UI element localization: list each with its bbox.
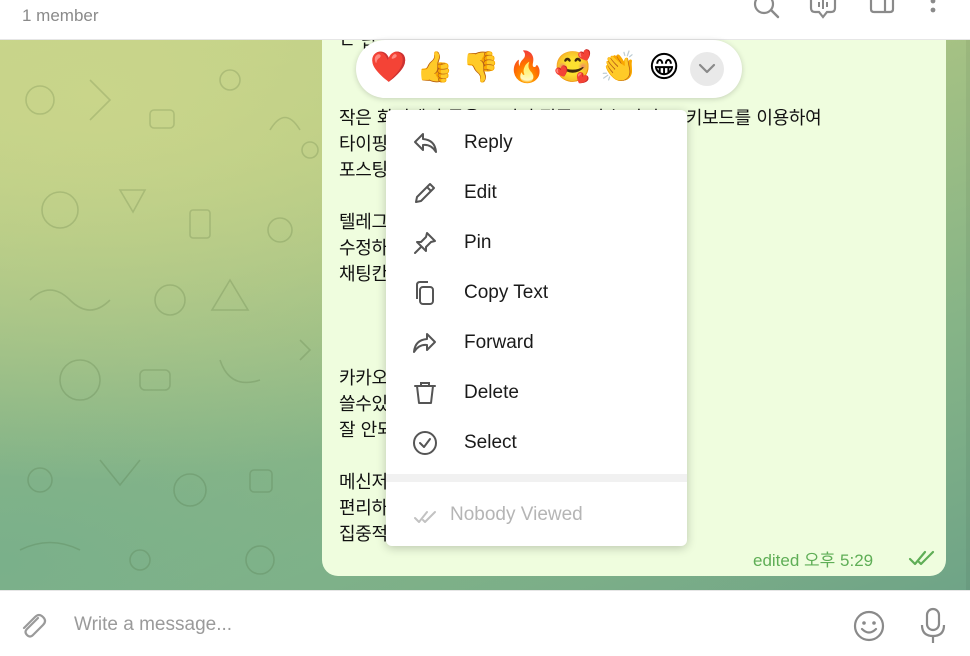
- reaction-grinning-face[interactable]: 😁: [646, 50, 682, 86]
- check-circle-icon: [413, 431, 437, 455]
- reaction-red-heart[interactable]: ❤️: [370, 50, 407, 86]
- menu-item-label: Pin: [464, 232, 492, 253]
- menu-item-forward[interactable]: Forward: [386, 318, 687, 368]
- more-icon[interactable]: [926, 0, 940, 22]
- attach-icon[interactable]: [16, 609, 48, 641]
- pencil-icon: [415, 183, 435, 203]
- expand-reactions-button[interactable]: [690, 52, 724, 86]
- menu-item-label: Copy Text: [464, 282, 549, 303]
- menu-item-label: Delete: [464, 382, 519, 403]
- copy-icon: [416, 281, 434, 305]
- message-input[interactable]: [64, 605, 824, 645]
- search-icon[interactable]: [752, 0, 780, 22]
- trash-icon: [414, 382, 436, 404]
- menu-item-select[interactable]: Select: [386, 418, 687, 468]
- menu-item-label: Select: [464, 432, 517, 453]
- message-line: 채팅칸: [339, 264, 388, 285]
- video-chat-icon[interactable]: [808, 0, 838, 22]
- chat-header: 1 member: [0, 0, 970, 40]
- menu-item-label: Forward: [464, 332, 534, 353]
- reaction-fire[interactable]: 🔥: [508, 50, 545, 86]
- pin-icon: [414, 232, 436, 254]
- menu-item-delete[interactable]: Delete: [386, 368, 687, 418]
- menu-item-pin[interactable]: Pin: [386, 218, 687, 268]
- reply-icon: [414, 133, 437, 153]
- read-checks-icon: [908, 550, 935, 566]
- context-menu: Reply Edit Pin Copy Text Forward Delete …: [386, 110, 687, 546]
- microphone-icon[interactable]: [918, 607, 948, 645]
- message-timestamp: edited 오후 5:29: [753, 551, 874, 570]
- reaction-bar: ❤️ 👍 👎 🔥 🥰 👏 😁: [356, 40, 742, 98]
- emoji-icon[interactable]: [852, 609, 886, 643]
- reaction-thumbs-up[interactable]: 👍: [416, 50, 453, 86]
- menu-item-copy-text[interactable]: Copy Text: [386, 268, 687, 318]
- forward-icon: [413, 333, 436, 353]
- member-count: 1 member: [22, 6, 99, 25]
- message-composer: [0, 590, 970, 656]
- scrollbar[interactable]: [966, 40, 970, 590]
- reaction-clapping-hands[interactable]: 👏: [600, 50, 637, 86]
- sidebar-icon[interactable]: [868, 0, 896, 22]
- reaction-smiling-face-with-hearts[interactable]: 🥰: [554, 50, 591, 86]
- menu-separator: [386, 474, 687, 482]
- double-check-icon: [414, 511, 436, 523]
- menu-item-edit[interactable]: Edit: [386, 168, 687, 218]
- chevron-down-icon: [698, 63, 716, 74]
- read-receipt-row: Nobody Viewed: [386, 492, 687, 538]
- menu-item-reply[interactable]: Reply: [386, 118, 687, 168]
- read-receipt-label: Nobody Viewed: [450, 504, 583, 525]
- menu-item-label: Edit: [464, 182, 497, 203]
- reaction-thumbs-down[interactable]: 👎: [462, 50, 499, 86]
- menu-item-label: Reply: [464, 132, 513, 153]
